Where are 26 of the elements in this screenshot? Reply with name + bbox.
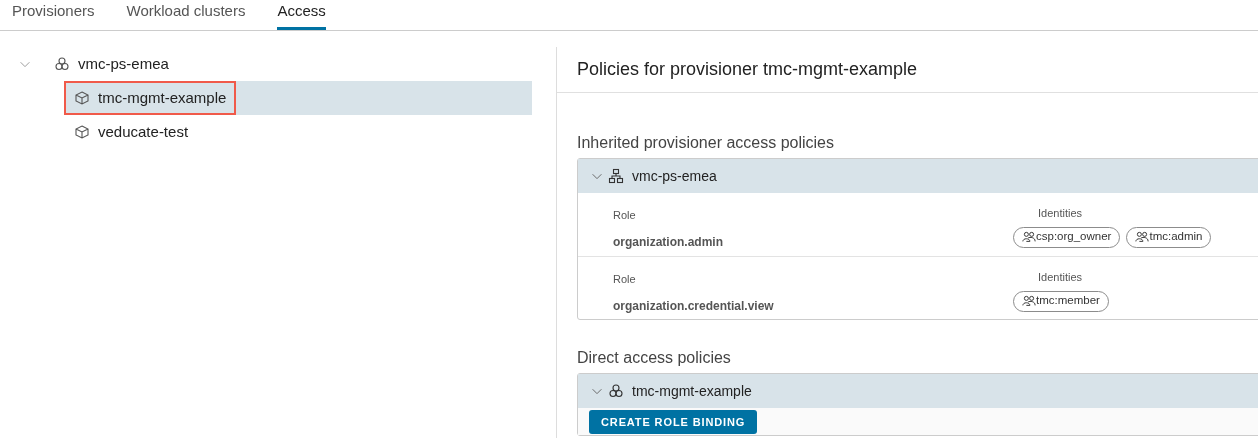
field-label: Identities — [1037, 270, 1084, 285]
tree-item[interactable]: veducate-test — [64, 115, 199, 149]
role-name: organization.admin — [613, 233, 724, 251]
field-label: Role — [613, 208, 637, 223]
role-name: organization.credential.view — [613, 297, 775, 315]
tab[interactable]: Workload clusters — [126, 0, 246, 30]
field-label: Identities — [1037, 206, 1084, 221]
tab[interactable]: Access — [277, 0, 326, 30]
section-heading: Inherited provisioner access policies — [577, 133, 835, 153]
cluster-icon — [54, 56, 70, 72]
panel-title: Policies for provisioner tmc-mgmt-example — [557, 47, 1258, 93]
hierarchy-icon — [608, 168, 624, 184]
group-name: vmc-ps-emea — [632, 166, 717, 186]
tab[interactable]: Provisioners — [12, 0, 95, 30]
section-heading: Direct access policies — [577, 348, 732, 368]
cube-icon — [74, 124, 90, 140]
group-icon — [1022, 294, 1036, 308]
create-role-binding-button[interactable]: CREATE ROLE BINDING — [589, 410, 758, 435]
group-name: tmc-mgmt-example — [632, 381, 752, 401]
tree-item[interactable]: tmc-mgmt-example — [64, 81, 237, 115]
group-icon — [1022, 230, 1036, 244]
cube-icon — [74, 90, 90, 106]
group-icon — [1135, 230, 1150, 244]
cluster-icon — [608, 383, 624, 399]
tree-item[interactable]: vmc-ps-emea — [44, 47, 179, 81]
field-label: Role — [613, 272, 637, 287]
